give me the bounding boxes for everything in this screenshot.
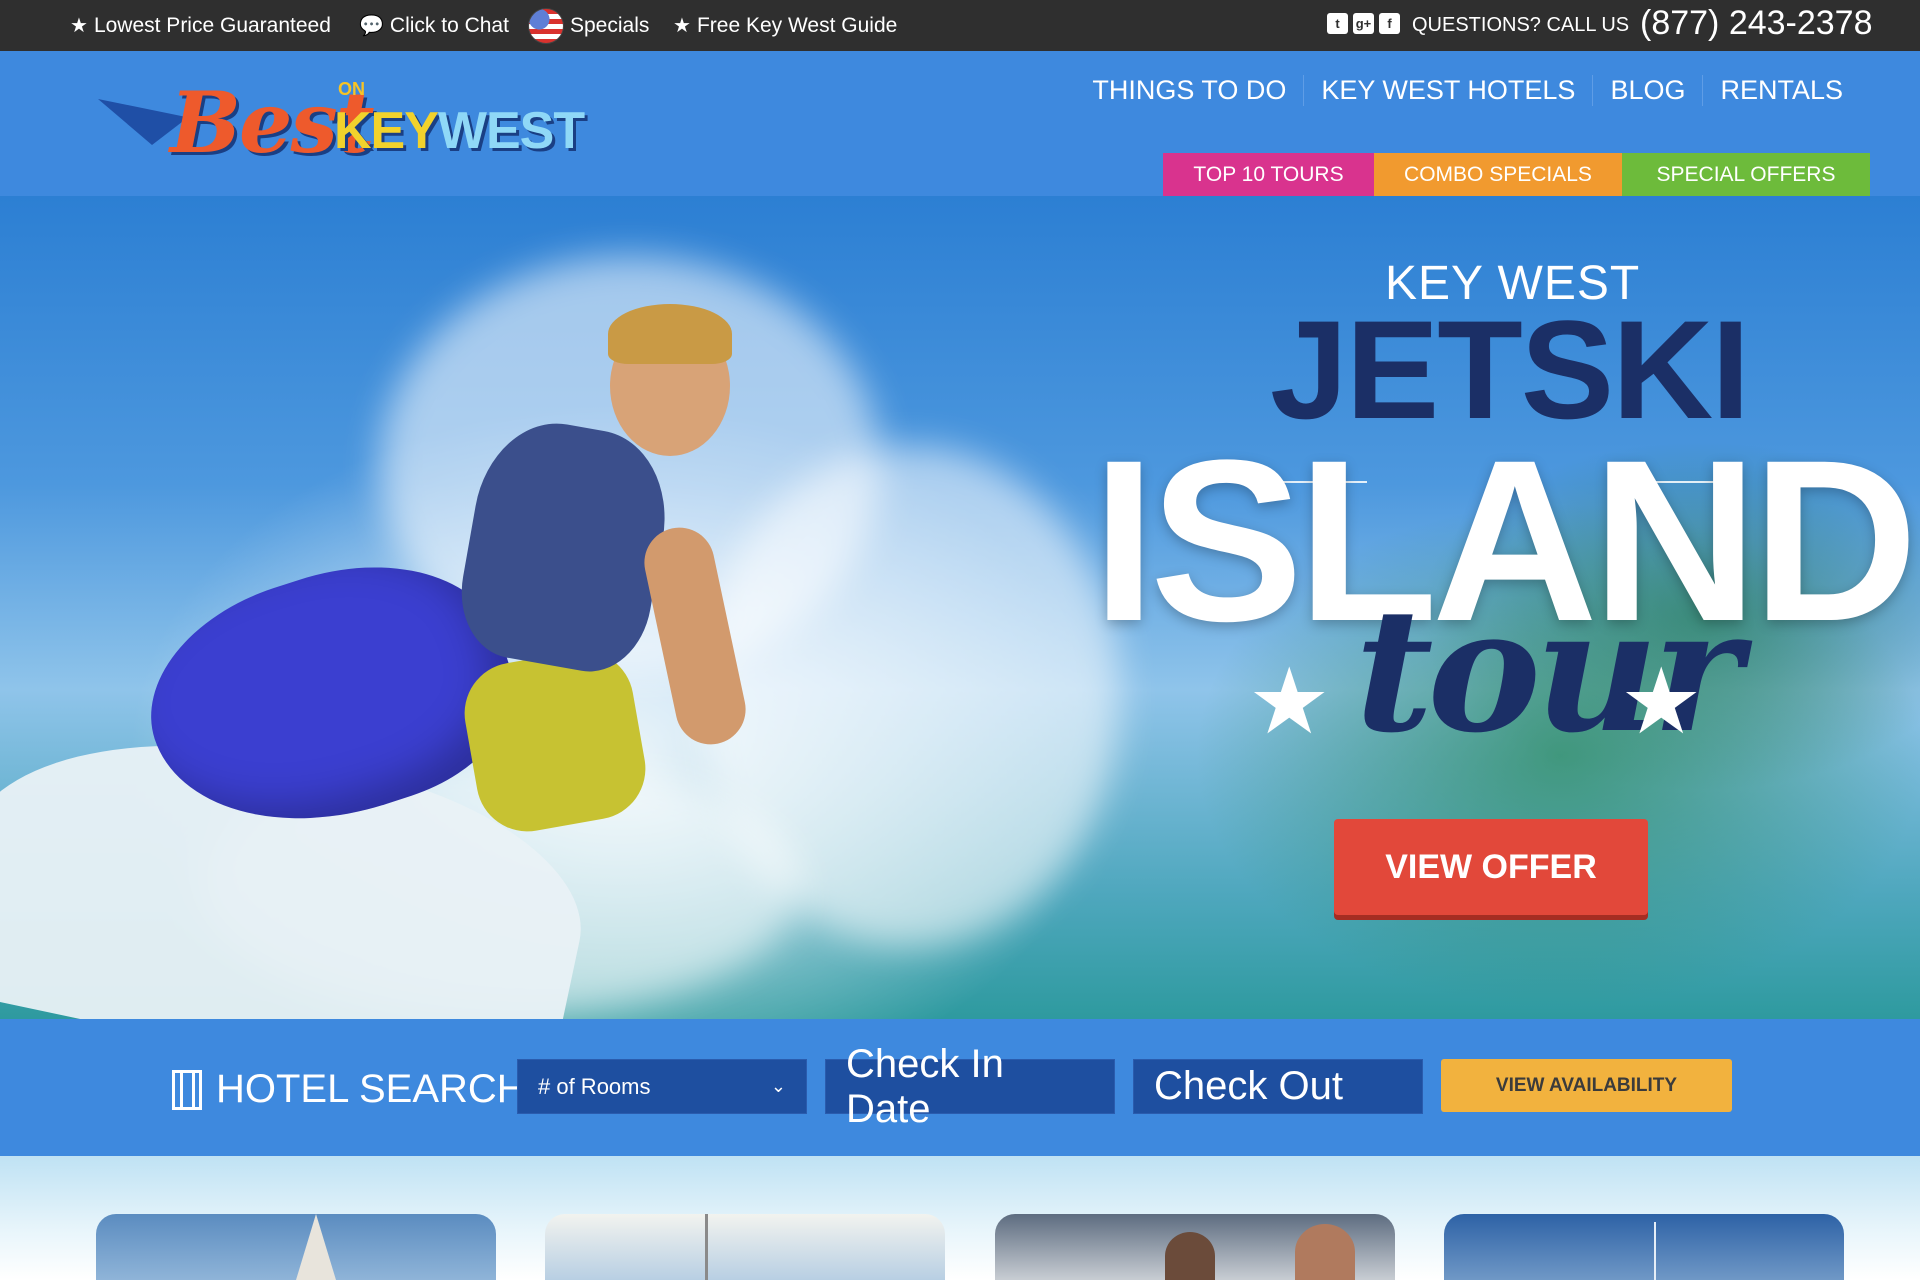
logo-key: KEY bbox=[334, 102, 439, 160]
tour-card[interactable] bbox=[1444, 1214, 1844, 1280]
social-links: t g+ f bbox=[1327, 13, 1400, 34]
star-icon: ★ bbox=[70, 14, 88, 37]
building-icon bbox=[172, 1069, 202, 1110]
google-plus-icon[interactable]: g+ bbox=[1353, 13, 1374, 34]
tab-top-10-tours[interactable]: TOP 10 TOURS bbox=[1163, 153, 1374, 196]
hotel-search-label: HOTEL SEARCH bbox=[216, 1067, 526, 1111]
chat-label: Click to Chat bbox=[389, 13, 509, 37]
guide-link[interactable]: ★ Free Key West Guide bbox=[673, 0, 897, 51]
tab-combo-specials[interactable]: COMBO SPECIALS bbox=[1374, 153, 1622, 196]
phone-number[interactable]: (877) 243-2378 bbox=[1640, 0, 1873, 46]
logo-west: WEST bbox=[437, 102, 585, 160]
questions-label: QUESTIONS? CALL US bbox=[1412, 14, 1630, 36]
nav-key-west-hotels[interactable]: KEY WEST HOTELS bbox=[1303, 75, 1592, 106]
facebook-icon[interactable]: f bbox=[1379, 13, 1400, 34]
rooms-select[interactable]: # of Rooms ⌄ bbox=[517, 1059, 807, 1114]
check-in-field[interactable]: Check In Date bbox=[825, 1042, 1115, 1131]
logo-keywest: KEYWEST bbox=[334, 101, 585, 161]
view-offer-button[interactable]: VIEW OFFER bbox=[1334, 819, 1648, 915]
top-utility-bar: ★ Lowest Price Guaranteed 💬 Click to Cha… bbox=[0, 0, 1920, 51]
star-icon: ★ bbox=[1620, 651, 1703, 753]
nav-rentals[interactable]: RENTALS bbox=[1702, 75, 1860, 106]
rooms-placeholder: # of Rooms bbox=[538, 1073, 651, 1099]
star-icon: ★ bbox=[1248, 651, 1331, 753]
tab-special-offers[interactable]: SPECIAL OFFERS bbox=[1622, 153, 1870, 196]
site-logo[interactable]: Best ON KEYWEST bbox=[98, 71, 598, 191]
chat-bubble-icon: 💬 bbox=[359, 14, 384, 37]
hero-banner: KEY WEST JETSKI ISLAND tour ★ ★ VIEW OFF… bbox=[0, 196, 1920, 1019]
jetski-rider-photo bbox=[0, 196, 1120, 1019]
sub-nav: TOP 10 TOURS COMBO SPECIALS SPECIAL OFFE… bbox=[1163, 153, 1870, 196]
tour-card[interactable] bbox=[545, 1214, 945, 1280]
logo-on: ON bbox=[338, 79, 365, 99]
chevron-down-icon: ⌄ bbox=[770, 1076, 786, 1096]
tour-cards-row bbox=[0, 1156, 1920, 1280]
view-availability-button[interactable]: VIEW AVAILABILITY bbox=[1441, 1059, 1732, 1112]
us-flag-icon bbox=[528, 7, 564, 44]
specials-label: Specials bbox=[570, 13, 650, 37]
site-header: Best ON KEYWEST THINGS TO DO KEY WEST HO… bbox=[0, 51, 1920, 196]
lowest-price-label: Lowest Price Guaranteed bbox=[93, 13, 331, 37]
hotel-search-bar: HOTEL SEARCH # of Rooms ⌄ Check In Date … bbox=[0, 1019, 1920, 1156]
guide-label: Free Key West Guide bbox=[696, 13, 898, 37]
specials-link[interactable]: Specials bbox=[528, 0, 649, 51]
chat-link[interactable]: 💬 Click to Chat bbox=[359, 0, 509, 51]
tour-card[interactable] bbox=[96, 1214, 496, 1280]
lowest-price-link[interactable]: ★ Lowest Price Guaranteed bbox=[70, 0, 331, 51]
main-nav: THINGS TO DO KEY WEST HOTELS BLOG RENTAL… bbox=[1075, 75, 1860, 106]
hotel-search-heading: HOTEL SEARCH bbox=[172, 1067, 526, 1112]
nav-things-to-do[interactable]: THINGS TO DO bbox=[1075, 75, 1303, 106]
check-out-field[interactable]: Check Out bbox=[1133, 1059, 1423, 1114]
tour-card[interactable] bbox=[995, 1214, 1395, 1280]
star-icon: ★ bbox=[673, 14, 691, 37]
twitter-icon[interactable]: t bbox=[1327, 13, 1348, 34]
nav-blog[interactable]: BLOG bbox=[1592, 75, 1702, 106]
